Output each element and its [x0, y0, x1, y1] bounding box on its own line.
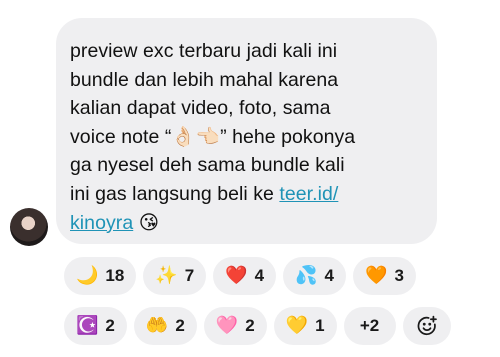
reaction-chip-red-heart[interactable]: ❤️ 4 — [213, 257, 277, 295]
reaction-chip-sweat-droplets[interactable]: 💦 4 — [283, 257, 347, 295]
reactions-bar: 🌙 18 ✨ 7 ❤️ 4 💦 4 🧡 3 ☪️ 2 🤲 2 🩷 2 💛 1 +… — [64, 257, 494, 357]
more-reactions-label: +2 — [359, 316, 380, 335]
orange-heart-icon: 🧡 — [365, 265, 388, 286]
message-bubble: preview exc terbaru jadi kali ini bundle… — [56, 18, 437, 244]
kiss-emoji: 😘 — [138, 210, 160, 234]
reaction-chip-orange-heart[interactable]: 🧡 3 — [353, 257, 416, 295]
message-text: preview exc terbaru jadi kali ini bundle… — [70, 37, 437, 237]
palms-up-icon: 🤲 — [145, 315, 169, 336]
sender-avatar[interactable] — [10, 208, 48, 246]
reaction-count: 4 — [254, 266, 265, 285]
reactions-row-2: ☪️ 2 🤲 2 🩷 2 💛 1 +2 — [64, 307, 494, 345]
reaction-count: 2 — [245, 316, 255, 335]
reaction-chip-moon[interactable]: 🌙 18 — [64, 257, 137, 295]
reaction-count: 2 — [175, 316, 185, 335]
yellow-heart-icon: 💛 — [285, 315, 309, 336]
message-body: preview exc terbaru jadi kali ini bundle… — [70, 40, 356, 205]
reaction-chip-yellow-heart[interactable]: 💛 1 — [273, 307, 337, 345]
moon-icon: 🌙 — [76, 265, 99, 286]
sparkles-icon: ✨ — [155, 265, 178, 286]
reaction-chip-pink-heart[interactable]: 🩷 2 — [203, 307, 267, 345]
reaction-count: 18 — [105, 266, 125, 285]
add-reaction-button[interactable] — [402, 307, 451, 345]
red-heart-icon: ❤️ — [225, 265, 248, 286]
smiley-plus-icon — [417, 315, 437, 336]
reaction-chip-palms-up[interactable]: 🤲 2 — [133, 307, 197, 345]
reaction-chip-star-crescent[interactable]: ☪️ 2 — [64, 307, 127, 345]
reaction-chip-sparkles[interactable]: ✨ 7 — [143, 257, 207, 295]
star-crescent-icon: ☪️ — [76, 315, 99, 336]
reaction-count: 4 — [324, 266, 335, 285]
more-reactions-button[interactable]: +2 — [343, 307, 396, 345]
pink-heart-icon: 🩷 — [215, 315, 239, 336]
reaction-count: 3 — [394, 266, 404, 285]
reactions-row-1: 🌙 18 ✨ 7 ❤️ 4 💦 4 🧡 3 — [64, 257, 494, 295]
sweat-droplets-icon: 💦 — [295, 265, 318, 286]
reaction-count: 7 — [184, 266, 195, 285]
reaction-count: 1 — [315, 316, 325, 335]
reaction-count: 2 — [105, 316, 115, 335]
